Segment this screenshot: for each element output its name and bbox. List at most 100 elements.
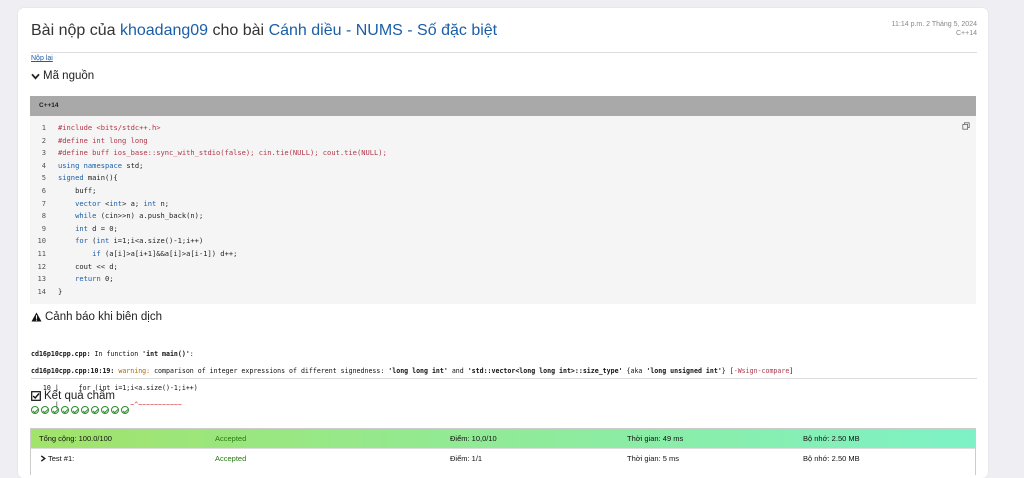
- check-circle-icon: [111, 406, 119, 414]
- code-text: #define int long long: [58, 135, 148, 145]
- code-body: 1 #include <bits/stdc++.h> 2 #define int lo…: [30, 116, 976, 298]
- code-text: cout << d;: [58, 261, 118, 271]
- line-number: 12: [37, 261, 46, 271]
- code-line: 9 int d = 0;: [30, 223, 976, 236]
- submission-card: Bài nộp của khoadang09 cho bài Cánh diều…: [18, 8, 988, 478]
- test-row[interactable]: Test #1: Accepted Điểm: 1/1 Thời gian: 5…: [31, 448, 975, 468]
- line-number: 1: [41, 123, 46, 132]
- section-divider: [31, 378, 977, 379]
- code-line: 3 #define buff ios_base::sync_with_stdio(…: [30, 147, 976, 160]
- total-points: Điểm: 10,0/10: [450, 434, 497, 443]
- code-line: 8 while (cin>>n) a.push_back(n);: [30, 210, 976, 223]
- code-text: using namespace std;: [58, 160, 144, 170]
- compile-flag: -Wsign-compare: [733, 366, 790, 375]
- submission-meta: 11:14 p.m. 2 Tháng 5, 2024 C++14: [892, 20, 977, 38]
- code-text: while (cin>>n) a.push_back(n);: [75, 211, 204, 221]
- compile-text: and: [447, 366, 468, 375]
- test-label-wrap[interactable]: Test #1:: [40, 449, 74, 468]
- code-text: signed main(){: [58, 173, 118, 183]
- submission-header: Bài nộp của khoadang09 cho bài Cánh diều…: [31, 18, 977, 53]
- compile-file: cd16p10cpp.cpp:: [31, 349, 91, 358]
- check-circle-icon: [101, 406, 109, 414]
- compile-warning-label: warning:: [114, 366, 151, 375]
- code-line: 14}: [30, 286, 976, 299]
- check-circle-icon: [61, 406, 69, 414]
- compile-text: In function: [90, 349, 143, 358]
- compile-location: cd16p10cpp.cpp:10:19:: [31, 366, 115, 375]
- problem-link[interactable]: Cánh diều - NUMS - Số đặc biệt: [269, 22, 498, 39]
- code-line: 1 #include <bits/stdc++.h>: [30, 122, 976, 135]
- case-result-icons: [31, 406, 129, 414]
- compile-section-heading: Cảnh báo khi biên dịch: [31, 311, 162, 323]
- code-line: 10 for (int i=1;i<a.size()-1;i++): [30, 235, 976, 248]
- compile-text: comparison of integer expressions of dif…: [150, 366, 389, 375]
- check-circle-icon: [51, 406, 59, 414]
- submission-language: C++14: [955, 30, 977, 37]
- line-number: 2: [41, 135, 46, 145]
- submission-time: 11:14 p.m. 2 Tháng 5, 2024: [891, 21, 977, 28]
- code-text: #define buff ios_base::sync_with_stdio(f…: [58, 148, 387, 158]
- copy-icon[interactable]: [962, 122, 970, 130]
- chevron-down-icon: [31, 73, 40, 80]
- page-title: Bài nộp của khoadang09 cho bài Cánh diều…: [31, 22, 497, 40]
- line-number: 11: [37, 248, 46, 258]
- compile-type: 'long long int': [388, 366, 448, 375]
- line-number: 6: [41, 185, 46, 195]
- check-circle-icon: [91, 406, 99, 414]
- user-link[interactable]: khoadang09: [120, 22, 208, 39]
- total-time: Thời gian: 49 ms: [627, 434, 684, 443]
- title-prefix: Bài nộp của: [31, 22, 116, 39]
- line-number: 3: [41, 148, 46, 158]
- check-circle-icon: [81, 406, 89, 414]
- total-memory: Bộ nhớ: 2.50 MB: [803, 434, 860, 443]
- compile-heading: Cảnh báo khi biên dịch: [45, 311, 162, 323]
- total-row: Tổng cộng: 100.0/100 Accepted Điểm: 10,0…: [31, 429, 975, 448]
- line-number: 14: [37, 286, 46, 296]
- code-text: }: [58, 286, 63, 296]
- check-circle-icon: [121, 406, 129, 414]
- code-text: if (a[i]>a[i+1]&&a[i]>a[i-1]) d++;: [92, 248, 238, 258]
- check-circle-icon: [71, 406, 79, 414]
- compile-text: :: [189, 349, 194, 358]
- results-section-heading: Kết quả chấm: [31, 390, 115, 402]
- code-line: 2 #define int long long: [30, 135, 976, 148]
- code-line: 11 if (a[i]>a[i+1]&&a[i]>a[i-1]) d++;: [30, 248, 976, 261]
- compile-text: ]: [789, 366, 794, 375]
- test-status: Accepted: [215, 454, 247, 463]
- source-section-toggle[interactable]: Mã nguồn: [31, 70, 94, 82]
- source-code-block: C++14 1 #include <bits/stdc++.h> 2 #define …: [30, 96, 976, 304]
- checkbox-checked-icon: [31, 391, 41, 401]
- source-heading: Mã nguồn: [43, 70, 95, 82]
- compile-line-1: cd16p10cpp.cpp: In function 'int main()'…: [31, 350, 793, 359]
- code-text: #include <bits/stdc++.h>: [58, 123, 161, 132]
- total-status: Accepted: [215, 434, 247, 443]
- test-points: Điểm: 1/1: [450, 454, 483, 463]
- compile-func: 'int main()': [142, 349, 190, 358]
- code-text: for (int i=1;i<a.size()-1;i++): [75, 236, 204, 246]
- line-number: 4: [41, 160, 46, 170]
- line-number: 10: [37, 236, 46, 246]
- compile-line-4: | ~^~~~~~~~~~~~: [31, 401, 793, 410]
- compile-output: cd16p10cpp.cpp: In function 'int main()'…: [31, 341, 793, 427]
- compile-type: 'std::vector<long long int>::size_type': [467, 366, 623, 375]
- test-time: Thời gian: 5 ms: [627, 454, 680, 463]
- line-number: 13: [37, 274, 46, 284]
- check-circle-icon: [41, 406, 49, 414]
- line-number: 9: [41, 223, 46, 233]
- chevron-right-icon: [40, 455, 46, 462]
- resubmit-link[interactable]: Nộp lại: [31, 55, 53, 62]
- results-table: Tổng cộng: 100.0/100 Accepted Điểm: 10,0…: [30, 428, 976, 475]
- line-number: 5: [41, 173, 46, 183]
- warning-triangle-icon: [31, 312, 42, 322]
- line-number: 7: [41, 198, 46, 208]
- compile-type: 'long unsigned int': [646, 366, 722, 375]
- code-text: buff;: [58, 185, 97, 195]
- test-label: Test #1:: [47, 454, 75, 463]
- code-line: 12 cout << d;: [30, 261, 976, 274]
- code-line: 7 vector <int> a; int n;: [30, 198, 976, 211]
- compile-text: } [: [721, 366, 734, 375]
- test-memory: Bộ nhớ: 2.50 MB: [803, 454, 860, 463]
- title-mid: cho bài: [212, 22, 265, 39]
- compile-text: {aka: [622, 366, 647, 375]
- code-text: return 0;: [75, 274, 114, 284]
